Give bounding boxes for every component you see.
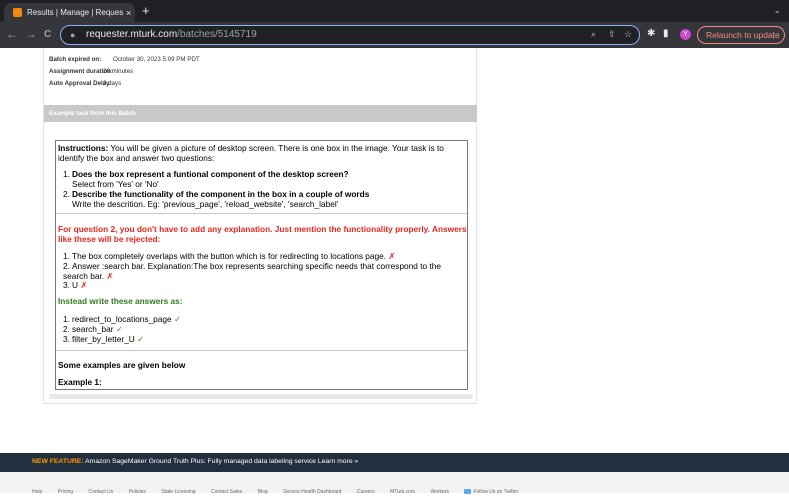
rejected-answer-3: 3. U ✗ bbox=[63, 280, 88, 290]
example-task-header: Example task from this Batch bbox=[44, 105, 477, 122]
browser-tab-strip: Results | Manage | Requester | × + ⌄ bbox=[0, 0, 789, 22]
learn-more-link[interactable]: Amazon SageMaker Ground Truth Plus: Full… bbox=[84, 458, 358, 465]
footer-link-careers[interactable]: Careers bbox=[357, 489, 375, 495]
cross-mark-icon: ✗ bbox=[106, 270, 114, 281]
footer-link-service-health[interactable]: Service Health Dashboard bbox=[283, 489, 341, 495]
back-button[interactable]: ← bbox=[6, 27, 18, 41]
address-bar[interactable]: ● requester.mturk.com/batches/5145719 ⌕ … bbox=[60, 25, 640, 45]
browser-tab[interactable]: Results | Manage | Requester | × bbox=[4, 3, 135, 22]
reload-button[interactable]: C bbox=[44, 28, 51, 42]
bookmark-star-icon[interactable]: ☆ bbox=[624, 29, 632, 40]
check-mark-icon: ✓ bbox=[137, 334, 144, 344]
browser-toolbar: ← → C ● requester.mturk.com/batches/5145… bbox=[0, 22, 789, 48]
tab-close-icon[interactable]: × bbox=[126, 8, 131, 18]
profile-avatar[interactable]: Y bbox=[680, 29, 691, 40]
new-feature-banner: NEW FEATURE: Amazon SageMaker Ground Tru… bbox=[0, 453, 789, 472]
task-preview-box: Instructions: You will be given a pictur… bbox=[55, 140, 468, 390]
instructions-text: Instructions: You will be given a pictur… bbox=[58, 143, 444, 163]
horizontal-scrollbar[interactable] bbox=[49, 394, 473, 399]
tab-title: Results | Manage | Requester | bbox=[27, 8, 123, 17]
address-url[interactable]: requester.mturk.com/batches/5145719 bbox=[86, 29, 257, 40]
cross-mark-icon: ✗ bbox=[388, 251, 396, 261]
footer-link-mturk[interactable]: MTurk.com bbox=[390, 489, 415, 495]
footer-link-state-licensing[interactable]: State Licensing bbox=[161, 489, 195, 495]
batch-details-panel: Batch expired on: October 30, 2023 5:09 P… bbox=[43, 48, 477, 404]
footer-link-blog[interactable]: Blog bbox=[258, 489, 268, 495]
rejection-warning: For question 2, you don't have to add an… bbox=[58, 224, 467, 244]
check-mark-icon: ✓ bbox=[173, 314, 181, 324]
footer-link-contact-sales[interactable]: Contact Sales bbox=[211, 489, 242, 495]
check-mark-icon: ✓ bbox=[115, 324, 123, 334]
footer-link-workers[interactable]: Workers bbox=[430, 489, 449, 495]
accepted-answer-1: 1. redirect_to_locations_page ✓ bbox=[63, 314, 181, 324]
share-icon[interactable]: ⇧ bbox=[608, 29, 616, 40]
examples-heading: Some examples are given below bbox=[58, 360, 186, 370]
accepted-answer-3: 3. filter_by_letter_U ✓ bbox=[63, 334, 144, 344]
relaunch-to-update-button[interactable]: Relaunch to update ⋮ bbox=[697, 26, 785, 44]
question-1: 1. Does the box represent a funtional com… bbox=[63, 169, 349, 189]
footer-link-policies[interactable]: Policies bbox=[129, 489, 146, 495]
tab-search-chevron-icon[interactable]: ⌄ bbox=[773, 5, 781, 16]
rejected-answer-2: 2. Answer :search bar. Explanation:The bo… bbox=[63, 261, 441, 281]
footer-link-contact-us[interactable]: Contact Us bbox=[89, 489, 114, 495]
instead-heading: Instead write these answers as: bbox=[58, 296, 183, 306]
auto-approval-row: Auto Approval Delay:3 days bbox=[49, 80, 122, 87]
twitter-icon bbox=[464, 489, 472, 495]
page-content: Batch expired on: October 30, 2023 5:09 P… bbox=[0, 48, 789, 495]
mturk-favicon-icon bbox=[13, 8, 22, 17]
extensions-puzzle-icon[interactable]: ✱ bbox=[647, 28, 655, 39]
forward-button[interactable]: → bbox=[25, 27, 37, 41]
example-1-heading: Example 1: bbox=[58, 377, 102, 387]
more-menu-icon: ⋮ bbox=[769, 30, 779, 40]
footer-link-pricing[interactable]: Pricing bbox=[58, 489, 73, 495]
batch-expired-row: Batch expired on: October 30, 2023 5:09 P… bbox=[49, 56, 200, 63]
divider bbox=[56, 350, 467, 351]
lock-icon[interactable]: ● bbox=[70, 30, 75, 40]
zoom-search-icon[interactable]: ⌕ bbox=[591, 29, 596, 40]
footer-link-help[interactable]: Help bbox=[32, 489, 42, 495]
question-2: 2. Describe the functionality of the comp… bbox=[63, 189, 370, 209]
new-tab-button[interactable]: + bbox=[142, 3, 150, 19]
footer-links: Help Pricing Contact Us Policies State L… bbox=[0, 472, 789, 495]
divider bbox=[56, 213, 467, 214]
footer-link-twitter[interactable]: Follow Us on Twitter bbox=[464, 489, 529, 495]
cross-mark-icon: ✗ bbox=[80, 280, 88, 290]
assignment-duration-row: Assignment duration:20 minutes bbox=[49, 68, 134, 75]
side-panel-icon[interactable]: ▮ bbox=[663, 28, 669, 39]
